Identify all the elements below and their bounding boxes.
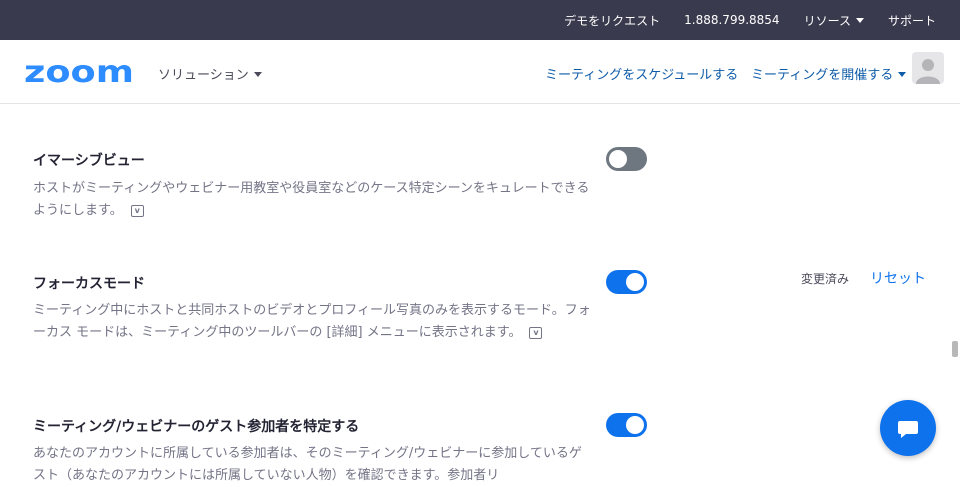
zoom-logo[interactable]: zoom <box>24 55 136 90</box>
chat-bubble-icon <box>898 421 918 438</box>
immersive-view-description-text: ホストがミーティングやウェビナー用教室や役員室などのケース特定シーンをキュレート… <box>33 181 590 218</box>
identify-guests-toggle[interactable] <box>606 413 647 437</box>
host-meeting-menu[interactable]: ミーティングを開催する <box>751 64 907 83</box>
user-avatar-icon <box>916 59 940 84</box>
focus-mode-description-text: ミーティング中にホストと共同ホストのビデオとプロフィール写真のみを表示するモード… <box>33 303 591 340</box>
toggle-knob <box>626 273 644 291</box>
toggle-knob <box>626 416 644 434</box>
chat-button[interactable] <box>880 400 936 456</box>
immersive-view-title: イマーシブビュー <box>33 153 145 169</box>
support-link[interactable]: サポート <box>888 12 936 29</box>
chevron-down-icon <box>898 71 907 77</box>
host-meeting-label: ミーティングを開催する <box>751 68 894 83</box>
focus-mode-description: ミーティング中にホストと共同ホストのビデオとプロフィール写真のみを表示するモード… <box>33 300 593 344</box>
request-demo-link[interactable]: デモをリクエスト <box>564 12 660 29</box>
focus-mode-toggle[interactable] <box>606 270 647 294</box>
phone-number-link[interactable]: 1.888.799.8854 <box>684 13 779 27</box>
focus-mode-title: フォーカスモード <box>33 276 145 292</box>
zoom-logo-mark: zoom <box>24 55 134 90</box>
scrollbar-thumb[interactable] <box>952 341 958 357</box>
chevron-down-icon <box>253 71 262 77</box>
resources-label: リソース <box>803 13 851 28</box>
main-header: zoom ソリューション ミーティングをスケジュールする ミーティングを開催する <box>0 40 960 104</box>
reset-link[interactable]: リセット <box>870 268 926 288</box>
version-badge-icon: v <box>130 204 144 217</box>
solutions-menu[interactable]: ソリューション <box>158 64 262 83</box>
solutions-label: ソリューション <box>158 68 249 83</box>
toggle-knob <box>609 150 627 168</box>
identify-guests-description: あなたのアカウントに所属している参加者は、そのミーティング/ウェビナーに参加して… <box>33 446 582 483</box>
svg-text:zoom: zoom <box>24 58 134 86</box>
schedule-meeting-link[interactable]: ミーティングをスケジュールする <box>545 64 738 83</box>
top-utility-bar: デモをリクエスト 1.888.799.8854 リソース サポート <box>0 0 960 40</box>
immersive-view-description: ホストがミーティングやウェビナー用教室や役員室などのケース特定シーンをキュレート… <box>33 178 593 222</box>
changed-label: 変更済み <box>801 272 850 286</box>
chevron-down-icon <box>855 18 864 23</box>
resources-menu[interactable]: リソース <box>804 12 864 29</box>
version-badge-icon: v <box>529 326 543 339</box>
user-avatar[interactable] <box>912 52 944 84</box>
immersive-view-toggle[interactable] <box>606 147 647 171</box>
identify-guests-title: ミーティング/ウェビナーのゲスト参加者を特定する <box>33 419 360 435</box>
